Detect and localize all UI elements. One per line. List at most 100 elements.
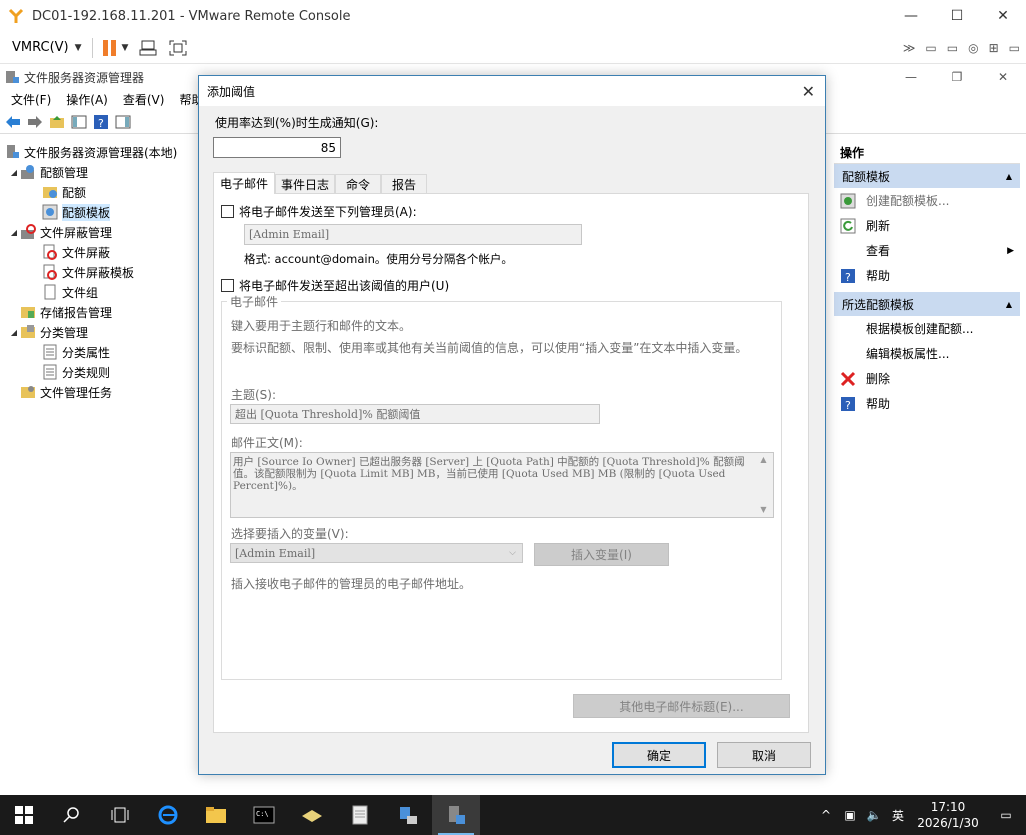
menu-action[interactable]: 操作(A) — [66, 91, 108, 108]
taskbar-cmd[interactable]: C:\ — [240, 795, 288, 835]
tab-email[interactable]: 电子邮件 — [213, 172, 275, 194]
taskbar-clock[interactable]: 17:10 2026/1/30 — [910, 799, 986, 831]
task-view-icon — [111, 807, 129, 823]
device-disk-icon[interactable]: ▭ — [925, 41, 936, 55]
variable-select[interactable]: [Admin Email] ⌵ — [230, 543, 523, 563]
taskbar-network[interactable] — [384, 795, 432, 835]
help-toolbar-icon[interactable]: ? — [92, 113, 110, 131]
tab-command[interactable]: 命令 — [335, 174, 381, 194]
collapse-section-icon[interactable]: ▲ — [1006, 300, 1012, 309]
vmrc-close-button[interactable]: ✕ — [980, 0, 1026, 32]
taskbar-fsrm[interactable] — [432, 795, 480, 835]
power-menu-caret-icon[interactable]: ▼ — [122, 43, 129, 53]
tree-node-file-screen[interactable]: 文件屏蔽 — [0, 242, 198, 262]
tree-node-file-screen-management[interactable]: ◢ 文件屏蔽管理 — [0, 222, 198, 242]
svg-text:?: ? — [845, 271, 851, 284]
show-tree-icon[interactable] — [70, 113, 88, 131]
tree-node-classification-property[interactable]: 分类属性 — [0, 342, 198, 362]
menu-view[interactable]: 查看(V) — [123, 91, 165, 108]
email-user-label: 将电子邮件发送至超出该阈值的用户(U) — [239, 279, 450, 293]
notification-center-icon[interactable]: ▭ — [986, 808, 1026, 822]
other-email-headers-button[interactable]: 其他电子邮件标题(E)... — [573, 694, 790, 718]
action-help[interactable]: ? 帮助 — [834, 263, 1020, 288]
tree-node-classification[interactable]: ◢ 分类管理 — [0, 322, 198, 342]
tree-node-file-group[interactable]: 文件组 — [0, 282, 198, 302]
pause-icon[interactable] — [102, 39, 116, 56]
ime-indicator[interactable]: 英 — [886, 807, 910, 824]
email-user-checkbox[interactable] — [221, 279, 234, 292]
folder-icon — [206, 807, 226, 823]
vmrc-minimize-button[interactable]: — — [888, 0, 934, 32]
message-body-textarea[interactable]: 用户 [Source Io Owner] 已超出服务器 [Server] 上 [… — [230, 452, 774, 518]
taskbar-notepad[interactable] — [336, 795, 384, 835]
more-devices-icon[interactable]: ≫ — [903, 41, 916, 55]
tray-volume-icon[interactable]: 🔈 — [862, 808, 886, 822]
forward-arrow-icon[interactable] — [26, 113, 44, 131]
tree-node-quota-management[interactable]: ◢ 配额管理 — [0, 162, 198, 182]
tree-node-file-screen-template[interactable]: 文件屏蔽模板 — [0, 262, 198, 282]
collapse-section-icon[interactable]: ▲ — [1006, 172, 1012, 181]
action-refresh[interactable]: 刷新 — [834, 213, 1020, 238]
device-cdrom-icon[interactable]: ◎ — [968, 41, 978, 55]
task-view-button[interactable] — [96, 795, 144, 835]
device-disk2-icon[interactable]: ▭ — [947, 41, 958, 55]
insert-variable-button[interactable]: 插入变量(I) — [534, 543, 669, 566]
action-create-quota-from-template[interactable]: 根据模板创建配额... — [834, 316, 1020, 341]
taskbar-ie[interactable] — [144, 795, 192, 835]
vmrc-maximize-button[interactable]: ☐ — [934, 0, 980, 32]
send-ctrl-alt-del-icon[interactable] — [138, 39, 158, 57]
fullscreen-icon[interactable] — [168, 39, 188, 57]
taskbar-server-manager[interactable] — [288, 795, 336, 835]
variable-description: 插入接收电子邮件的管理员的电子邮件地址。 — [231, 577, 472, 591]
tray-expand-icon[interactable]: ^ — [814, 808, 838, 822]
toolbar-separator — [91, 37, 93, 58]
search-icon — [63, 807, 79, 823]
fsrm-window-title: 文件服务器资源管理器 — [24, 70, 145, 85]
device-network-icon[interactable]: ⊞ — [989, 41, 999, 55]
action-create-quota-template[interactable]: 创建配额模板... — [834, 188, 1020, 213]
email-admins-checkbox[interactable] — [221, 205, 234, 218]
tree-node-quota[interactable]: 配额 — [0, 182, 198, 202]
message-body-scrollbar[interactable]: ▲ ▼ — [755, 454, 772, 516]
up-folder-icon[interactable] — [48, 113, 66, 131]
admin-email-input[interactable]: [Admin Email] — [244, 224, 582, 245]
cancel-button[interactable]: 取消 — [717, 742, 811, 768]
action-help-selected[interactable]: ? 帮助 — [834, 391, 1020, 416]
windows-logo-icon — [15, 806, 33, 824]
collapse-arrow-icon[interactable]: ◢ — [8, 168, 20, 177]
fsrm-restore-button[interactable]: ❐ — [934, 66, 980, 88]
menu-file[interactable]: 文件(F) — [11, 91, 51, 108]
dialog-close-icon[interactable]: ✕ — [802, 82, 815, 101]
back-arrow-icon[interactable] — [4, 113, 22, 131]
tree-node-classification-rule[interactable]: 分类规则 — [0, 362, 198, 382]
tree-node-storage-report[interactable]: 存储报告管理 — [0, 302, 198, 322]
actions-section-quota-template[interactable]: 配额模板 ▲ — [834, 164, 1020, 188]
collapse-arrow-icon[interactable]: ◢ — [8, 228, 20, 237]
tab-report[interactable]: 报告 — [381, 174, 427, 194]
action-view[interactable]: 查看 ▶ — [834, 238, 1020, 263]
tree-node-file-management-task[interactable]: 文件管理任务 — [0, 382, 198, 402]
usage-threshold-input[interactable]: 85 — [213, 137, 341, 158]
classification-icon — [21, 325, 35, 338]
ok-button[interactable]: 确定 — [612, 742, 706, 768]
tab-event-log[interactable]: 事件日志 — [275, 174, 335, 194]
vmrc-menu-caret-icon[interactable]: ▼ — [75, 43, 82, 53]
actions-section-selected-template[interactable]: 所选配额模板 ▲ — [834, 292, 1020, 316]
show-action-pane-icon[interactable] — [114, 113, 132, 131]
vmrc-menu[interactable]: VMRC(V) — [12, 40, 69, 55]
taskbar-file-explorer[interactable] — [192, 795, 240, 835]
subject-input[interactable]: 超出 [Quota Threshold]% 配额阈值 — [230, 404, 600, 424]
email-format-hint: 格式: account@domain。使用分号分隔各个帐户。 — [244, 252, 513, 266]
tree-node-fsrm-local[interactable]: 文件服务器资源管理器(本地) — [0, 142, 198, 162]
fsrm-close-button[interactable]: ✕ — [980, 66, 1026, 88]
tree-node-quota-template[interactable]: 配额模板 — [0, 202, 198, 222]
search-button[interactable] — [48, 795, 96, 835]
fsrm-minimize-button[interactable]: — — [888, 66, 934, 88]
start-button[interactable] — [0, 795, 48, 835]
device-usb-icon[interactable]: ▭ — [1009, 41, 1020, 55]
action-edit-template-properties[interactable]: 编辑模板属性... — [834, 341, 1020, 366]
action-delete[interactable]: 删除 — [834, 366, 1020, 391]
collapse-arrow-icon[interactable]: ◢ — [8, 328, 20, 337]
tray-network-icon[interactable]: ▣ — [838, 808, 862, 822]
email-group-description: 键入要用于主题行和邮件的文本。 — [231, 319, 412, 333]
